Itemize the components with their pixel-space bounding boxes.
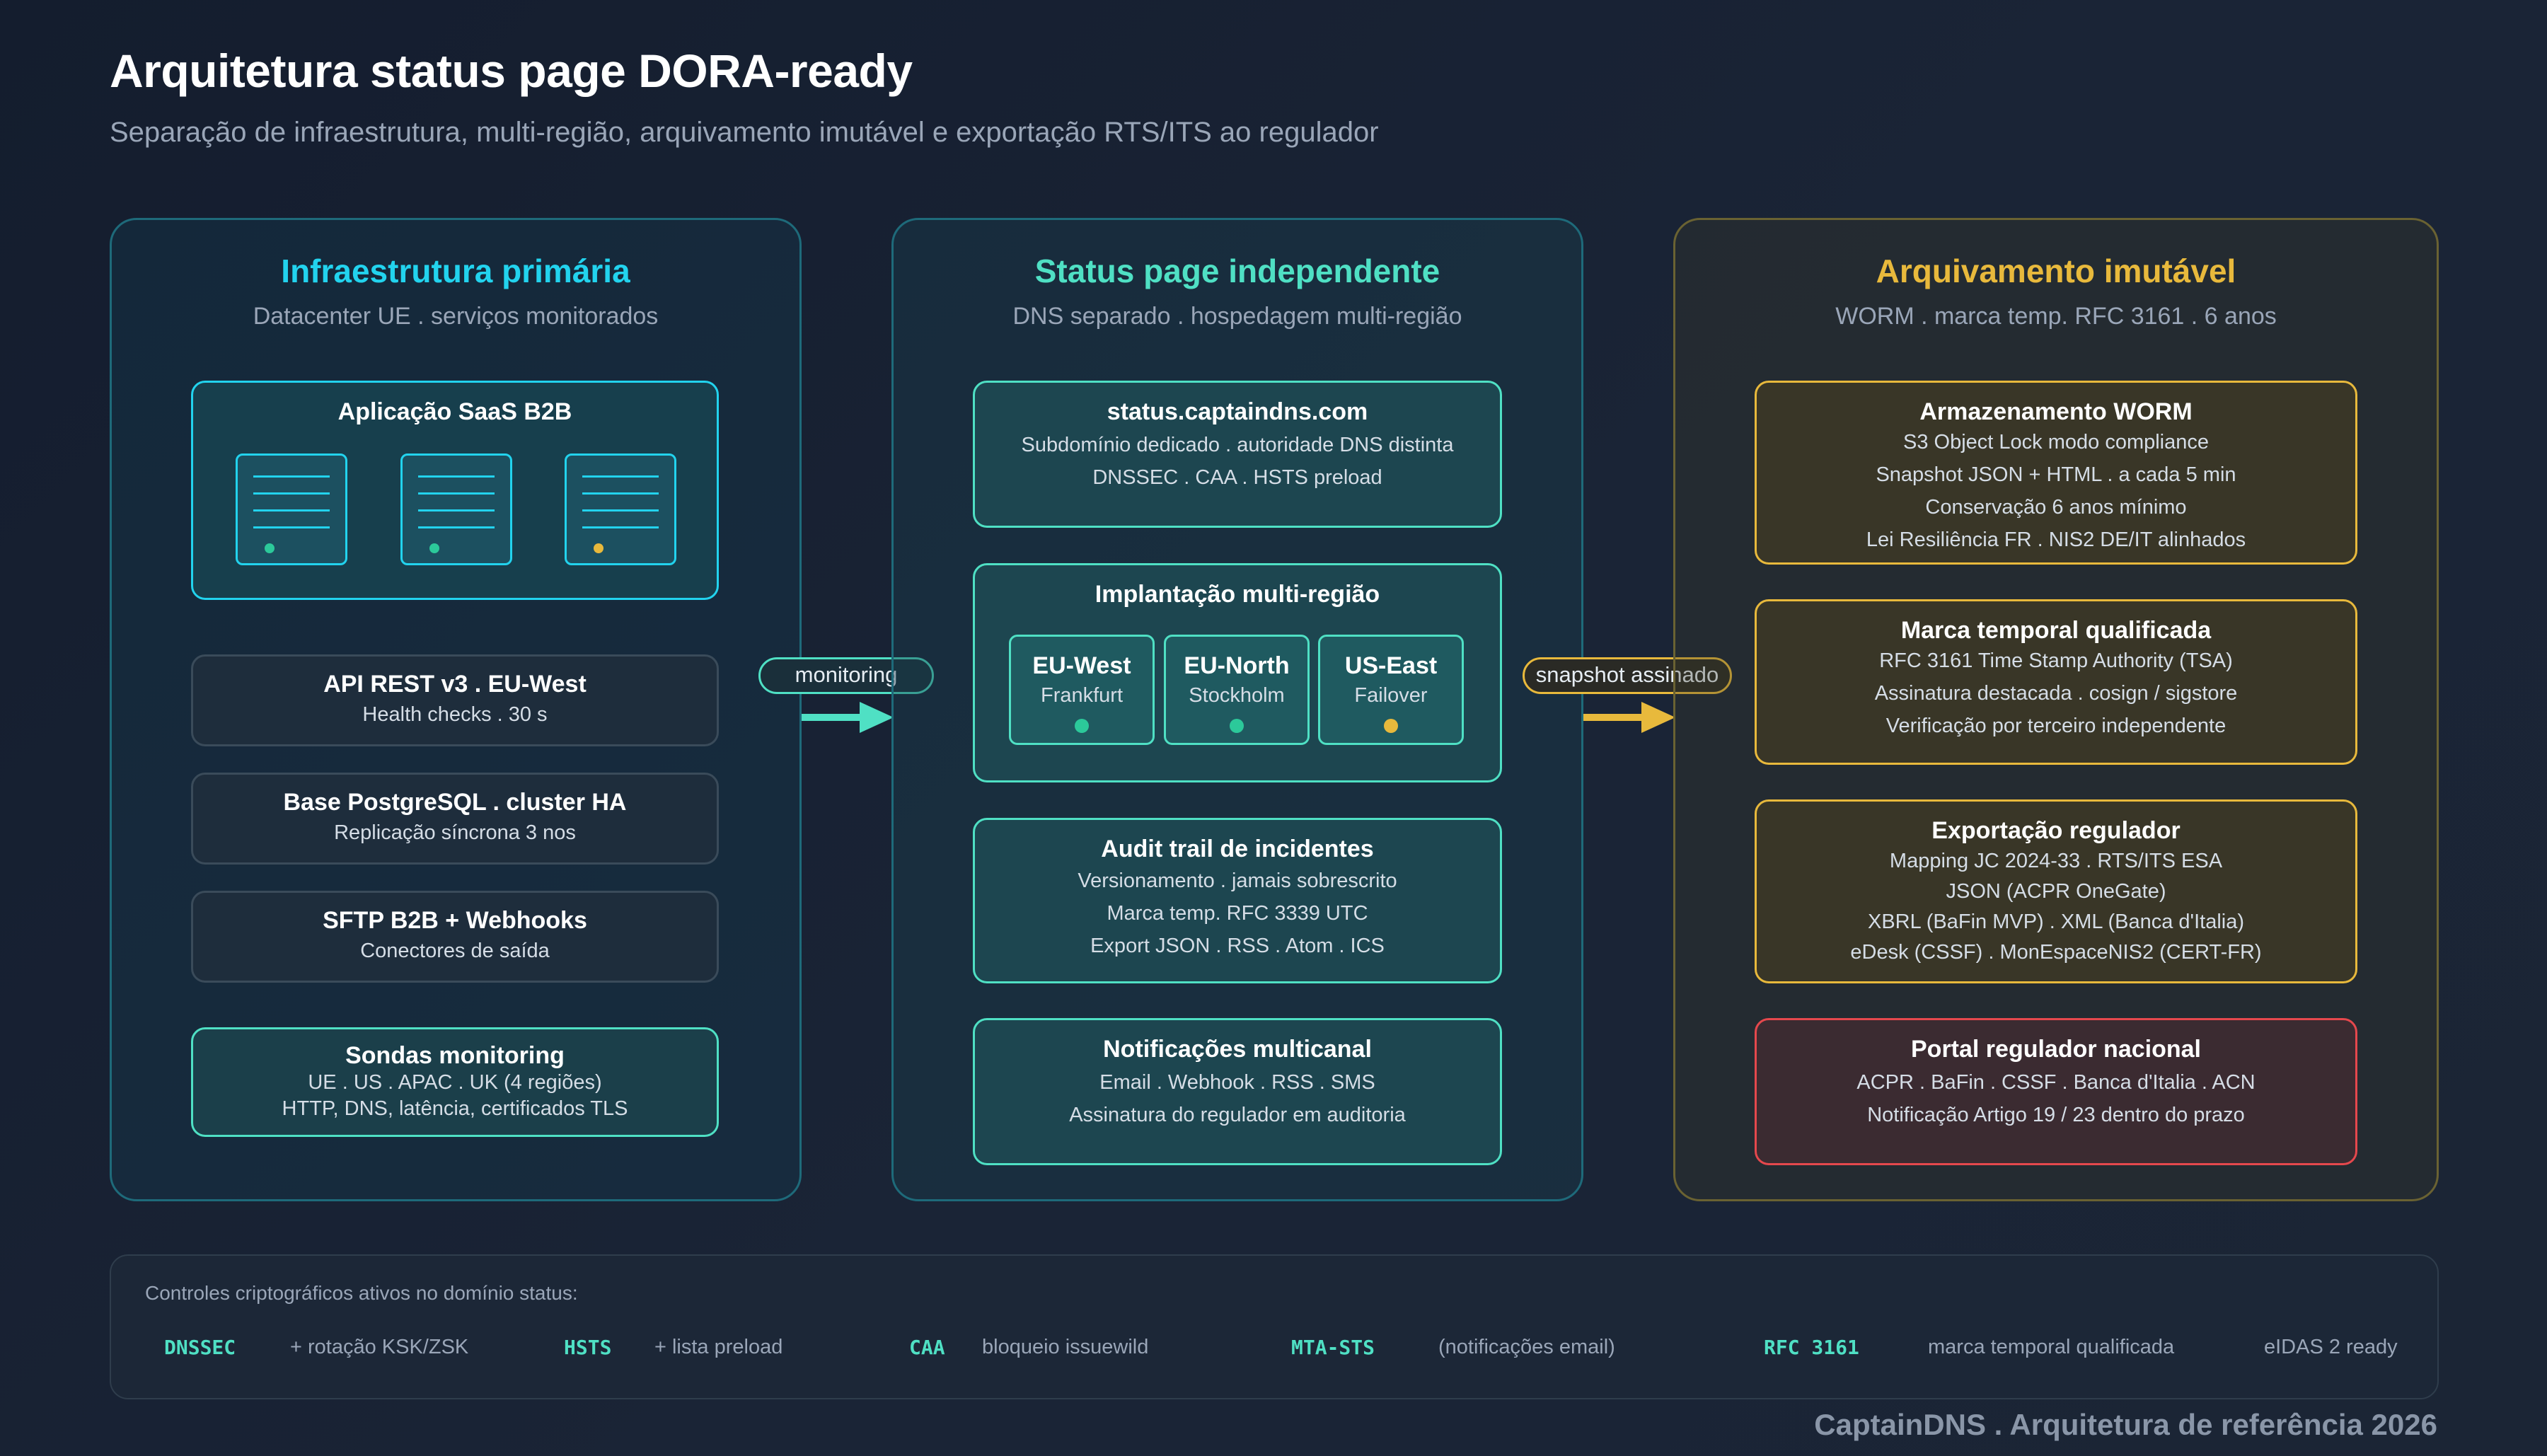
server-2-status-dot	[429, 543, 439, 553]
page-title: Arquitetura status page DORA-ready	[110, 45, 913, 97]
server-3-status-dot	[594, 543, 603, 553]
worm-line-3: Conservação 6 anos mínimo	[1925, 496, 2187, 519]
timestamp-line-2: Assinatura destacada . cosign / sigstore	[1874, 682, 2238, 705]
control-code-caa: CAA	[909, 1336, 945, 1359]
region-us-east-status-dot	[1384, 719, 1398, 733]
region-eu-west-status-dot	[1075, 719, 1089, 733]
probes-card: Sondas monitoring UE . US . APAC . UK (4…	[191, 1027, 719, 1137]
api-title: API REST v3 . EU-West	[323, 671, 587, 698]
audit-trail-line-1: Versionamento . jamais sobrescrito	[1078, 869, 1397, 892]
saas-app-title: Aplicação SaaS B2B	[337, 398, 572, 425]
region-us-east: US-East Failover	[1318, 635, 1464, 745]
monitoring-arrow-icon	[802, 702, 894, 733]
worm-storage-card: Armazenamento WORM S3 Object Lock modo c…	[1755, 381, 2357, 565]
region-eu-north-city: Stockholm	[1189, 684, 1285, 707]
portal-title: Portal regulador nacional	[1911, 1036, 2201, 1063]
notifications-line-2: Assinatura do regulador em auditoria	[1069, 1104, 1406, 1126]
region-eu-west-city: Frankfurt	[1040, 684, 1124, 707]
probes-line-1: UE . US . APAC . UK (4 regiões)	[308, 1071, 602, 1094]
sftp-line: Conectores de saída	[360, 940, 550, 962]
audit-trail-card: Audit trail de incidentes Versionamento …	[973, 818, 1502, 983]
timestamp-card: Marca temporal qualificada RFC 3161 Time…	[1755, 599, 2357, 765]
eidas-note: eIDAS 2 ready	[2264, 1336, 2398, 1358]
sftp-title: SFTP B2B + Webhooks	[323, 907, 587, 934]
server-3-icon	[565, 453, 676, 565]
sftp-card: SFTP B2B + Webhooks Conectores de saída	[191, 891, 719, 983]
timestamp-line-3: Verificação por terceiro independente	[1885, 715, 2227, 737]
audit-trail-line-3: Export JSON . RSS . Atom . ICS	[1090, 935, 1385, 957]
region-eu-north-status-dot	[1230, 719, 1244, 733]
server-1-status-dot	[265, 543, 275, 553]
control-note-caa: bloqueio issuewild	[982, 1336, 1149, 1358]
crypto-controls-panel	[110, 1254, 2439, 1399]
audit-trail-title: Audit trail de incidentes	[1101, 836, 1374, 862]
control-code-rfc3161: RFC 3161	[1764, 1336, 1859, 1359]
db-title: Base PostgreSQL . cluster HA	[283, 789, 627, 816]
timestamp-title: Marca temporal qualificada	[1900, 617, 2212, 644]
control-code-mta-sts: MTA-STS	[1291, 1336, 1375, 1359]
primary-subtitle: Datacenter UE . serviços monitorados	[253, 303, 659, 330]
db-card: Base PostgreSQL . cluster HA Replicação …	[191, 773, 719, 865]
control-code-dnssec: DNSSEC	[164, 1336, 236, 1359]
control-note-rfc3161: marca temporal qualificada	[1928, 1336, 2175, 1358]
regulator-export-card: Exportação regulador Mapping JC 2024-33 …	[1755, 799, 2357, 983]
region-us-east-name: US-East	[1344, 652, 1438, 679]
export-line-1: Mapping JC 2024-33 . RTS/ITS ESA	[1889, 850, 2223, 872]
region-eu-north-name: EU-North	[1184, 652, 1290, 679]
portal-line-2: Notificação Artigo 19 / 23 dentro do pra…	[1867, 1104, 2245, 1126]
multi-region-card: Implantação multi-região EU-West Frankfu…	[973, 563, 1502, 782]
archive-title: Arquivamento imutável	[1876, 253, 2236, 289]
notifications-line-1: Email . Webhook . RSS . SMS	[1099, 1071, 1375, 1094]
primary-title: Infraestrutura primária	[281, 253, 630, 289]
export-title: Exportação regulador	[1931, 817, 2181, 844]
status-page-subtitle: DNS separado . hospedagem multi-região	[1012, 303, 1462, 330]
probes-title: Sondas monitoring	[345, 1042, 565, 1069]
db-line: Replicação síncrona 3 nos	[334, 821, 576, 844]
region-eu-west: EU-West Frankfurt	[1009, 635, 1155, 745]
worm-line-4: Lei Resiliência FR . NIS2 DE/IT alinhado…	[1866, 528, 2246, 551]
status-domain-line-2: DNSSEC . CAA . HSTS preload	[1092, 466, 1382, 489]
saas-app-card: Aplicação SaaS B2B	[191, 381, 719, 600]
region-eu-north: EU-North Stockholm	[1164, 635, 1310, 745]
api-card: API REST v3 . EU-West Health checks . 30…	[191, 654, 719, 746]
worm-title: Armazenamento WORM	[1919, 398, 2193, 425]
worm-line-1: S3 Object Lock modo compliance	[1903, 431, 2209, 453]
server-2-icon	[400, 453, 512, 565]
status-domain-title: status.captaindns.com	[1107, 398, 1368, 425]
timestamp-line-1: RFC 3161 Time Stamp Authority (TSA)	[1879, 649, 2233, 672]
region-eu-west-name: EU-West	[1032, 652, 1131, 679]
server-1-icon	[236, 453, 347, 565]
status-domain-line-1: Subdomínio dedicado . autoridade DNS dis…	[1021, 434, 1454, 456]
archive-subtitle: WORM . marca temp. RFC 3161 . 6 anos	[1835, 303, 2277, 330]
status-page-title: Status page independente	[1034, 253, 1440, 289]
crypto-controls-caption: Controles criptográficos ativos no domín…	[145, 1282, 578, 1304]
export-line-4: eDesk (CSSF) . MonEspaceNIS2 (CERT-FR)	[1850, 941, 2262, 964]
notifications-title: Notificações multicanal	[1103, 1036, 1372, 1063]
control-note-dnssec: + rotação KSK/ZSK	[290, 1336, 469, 1358]
control-note-mta-sts: (notificações email)	[1438, 1336, 1615, 1358]
audit-trail-line-2: Marca temp. RFC 3339 UTC	[1107, 902, 1368, 925]
notifications-card: Notificações multicanal Email . Webhook …	[973, 1018, 1502, 1165]
region-us-east-city: Failover	[1354, 684, 1428, 707]
export-line-2: JSON (ACPR OneGate)	[1946, 880, 2166, 903]
credit-text: CaptainDNS . Arquitetura de referência 2…	[1814, 1408, 2437, 1441]
control-code-hsts: HSTS	[564, 1336, 612, 1359]
page-subtitle: Separação de infraestrutura, multi-regiã…	[110, 117, 1379, 148]
multi-region-title: Implantação multi-região	[1095, 581, 1380, 608]
probes-line-2: HTTP, DNS, latência, certificados TLS	[282, 1097, 628, 1120]
api-line: Health checks . 30 s	[362, 703, 548, 726]
regulator-portal-card: Portal regulador nacional ACPR . BaFin .…	[1755, 1018, 2357, 1165]
export-line-3: XBRL (BaFin MVP) . XML (Banca d'Italia)	[1867, 911, 2244, 933]
status-domain-card: status.captaindns.com Subdomínio dedicad…	[973, 381, 1502, 528]
control-note-hsts: + lista preload	[654, 1336, 783, 1358]
snapshot-arrow-icon	[1583, 702, 1675, 733]
portal-line-1: ACPR . BaFin . CSSF . Banca d'Italia . A…	[1856, 1071, 2256, 1094]
worm-line-2: Snapshot JSON + HTML . a cada 5 min	[1876, 463, 2236, 486]
